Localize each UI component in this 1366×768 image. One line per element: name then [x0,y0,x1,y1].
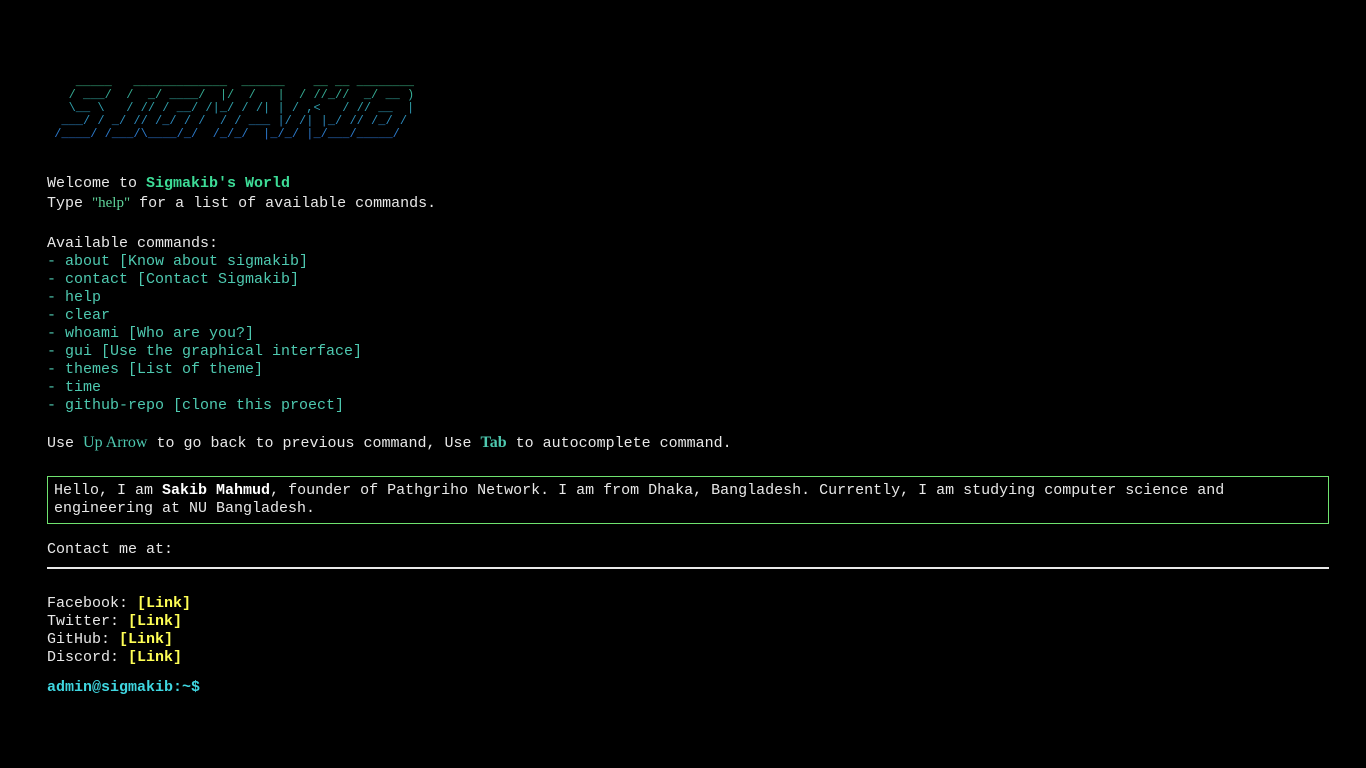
contact-label-discord: Discord: [47,649,129,666]
contact-row-github: GitHub: [Link] [47,631,173,649]
welcome-line: Welcome to Sigmakib's World [47,175,290,193]
site-name: Sigmakib's World [146,175,291,192]
command-item-clear[interactable]: - clear [47,307,362,325]
help-instruction-line: Type "help" for a list of available comm… [47,194,436,213]
hint-use-1: Use [47,435,84,452]
ascii-banner-logo: _____ _____________ ______ __ __ _______… [47,76,414,141]
contact-label-github: GitHub: [47,631,120,648]
about-name: Sakib Mahmud [162,482,271,499]
discord-link[interactable]: [Link] [128,649,182,666]
contact-row-twitter: Twitter: [Link] [47,613,182,631]
contact-label-facebook: Facebook: [47,595,138,612]
contact-row-discord: Discord: [Link] [47,649,182,667]
command-list: - about [Know about sigmakib] - contact … [47,253,362,415]
keyboard-hint-line: Use Up Arrow to go back to previous comm… [47,434,732,453]
about-intro: Hello, I am [54,482,163,499]
contact-label-twitter: Twitter: [47,613,129,630]
welcome-prefix: Welcome to [47,175,147,192]
hint-key-up-arrow: Up Arrow [83,434,148,451]
hint-key-tab: Tab [480,434,507,451]
contact-heading: Contact me at: [47,541,174,558]
help-instruction-suffix: for a list of available commands. [130,195,437,212]
prompt-text: admin@sigmakib:~$ [47,679,201,696]
command-item-whoami[interactable]: - whoami [Who are you?] [47,325,362,343]
commands-heading: Available commands: [47,235,219,252]
command-item-github-repo[interactable]: - github-repo [clone this proect] [47,397,362,415]
hint-middle: to go back to previous command, Use [147,435,481,452]
command-item-themes[interactable]: - themes [List of theme] [47,361,362,379]
about-output-box: Hello, I am Sakib Mahmud, founder of Pat… [47,476,1329,524]
help-instruction-prefix: Type [47,195,93,212]
facebook-link[interactable]: [Link] [137,595,191,612]
command-item-time[interactable]: - time [47,379,362,397]
twitter-link[interactable]: [Link] [128,613,182,630]
hint-end: to autocomplete command. [506,435,732,452]
command-item-contact[interactable]: - contact [Contact Sigmakib] [47,271,362,289]
contact-row-facebook: Facebook: [Link] [47,595,191,613]
command-item-gui[interactable]: - gui [Use the graphical interface] [47,343,362,361]
help-keyword: "help" [92,195,131,211]
command-item-help[interactable]: - help [47,289,362,307]
github-link[interactable]: [Link] [119,631,173,648]
contact-divider [47,567,1329,569]
command-prompt[interactable]: admin@sigmakib:~$ [47,679,200,697]
command-item-about[interactable]: - about [Know about sigmakib] [47,253,362,271]
